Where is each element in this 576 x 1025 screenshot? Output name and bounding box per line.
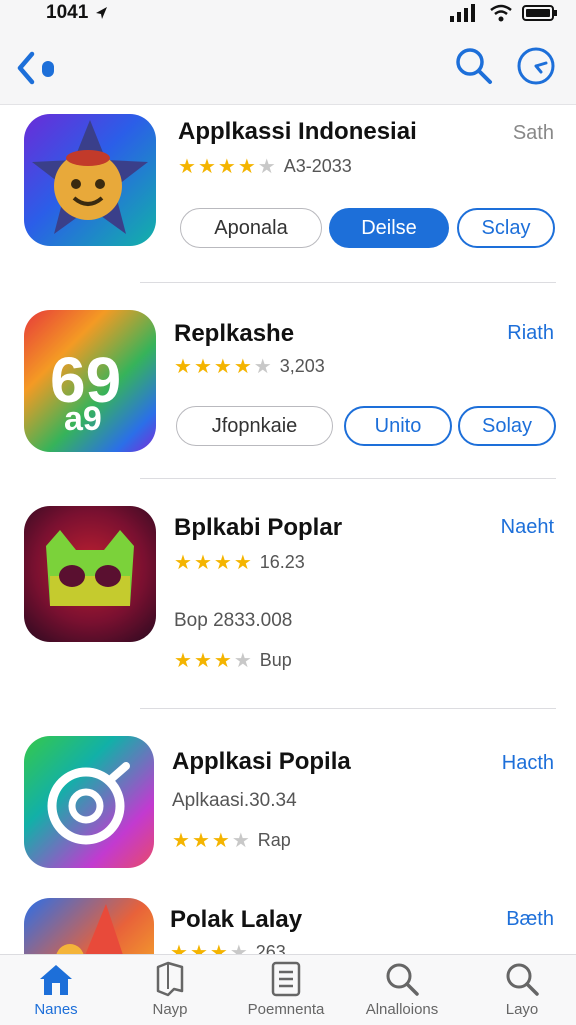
- app-title[interactable]: Applkassi Indonesiai: [178, 118, 417, 146]
- search-icon: [506, 963, 539, 996]
- star-rating: ★ ★ ★ ★ 16.23: [174, 552, 305, 574]
- app-secondary-button[interactable]: Solay: [458, 406, 556, 446]
- signal-icon: [450, 4, 475, 22]
- app-icon-star-face[interactable]: [24, 114, 156, 246]
- location-arrow-icon: [95, 6, 107, 19]
- app-icon-partial[interactable]: [24, 898, 154, 954]
- search-icon: [456, 48, 492, 84]
- star-rating-secondary: ★ ★ ★ ★ Bup: [174, 650, 292, 672]
- app-subtitle: Bop 2833.008: [174, 610, 293, 631]
- status-time: 1041: [46, 2, 108, 24]
- battery-icon: [522, 5, 557, 21]
- tab-label: Nanes: [34, 1001, 78, 1018]
- updates-button[interactable]: [516, 46, 556, 86]
- star-rating: ★ ★ ★ ★ 263: [170, 940, 286, 954]
- tab-label: Nayp: [152, 1001, 188, 1018]
- list-item[interactable]: Bplkabi Poplar ★ ★ ★ ★ 16.23 Naeht Bop 2833…: [0, 480, 576, 710]
- star-rating: ★ ★ ★ ★ ★ A3-2033: [178, 156, 352, 178]
- list-item[interactable]: Applkassi Indonesiai ★ ★ ★ ★ ★ A3-2033 Sath …: [0, 104, 576, 284]
- tab-label: Poemnenta: [247, 1001, 325, 1018]
- target-icon: [47, 762, 130, 845]
- tab-nayp[interactable]: Nayp: [120, 961, 220, 1018]
- system-indicators: [450, 4, 558, 22]
- status-bar: 1041: [0, 0, 576, 34]
- numbers-icon: 69 a9: [50, 344, 121, 438]
- tab-layo[interactable]: Layo: [472, 961, 572, 1018]
- list-item[interactable]: Applkasi Popila Aplkaasi.30.34 ★ ★ ★ ★ Rap …: [0, 710, 576, 900]
- app-title[interactable]: Bplkabi Poplar: [174, 514, 342, 542]
- star-rating: ★ ★ ★ ★ ★ 3,203: [174, 356, 325, 378]
- app-title[interactable]: Replkashe: [174, 320, 294, 348]
- rating-count: 3,203: [279, 356, 325, 376]
- wifi-icon: [490, 4, 512, 22]
- tab-label: Layo: [505, 1001, 539, 1018]
- back-button[interactable]: [14, 48, 60, 88]
- divider: [140, 282, 556, 283]
- app-subtitle: Aplkaasi.30.34: [172, 790, 297, 811]
- app-action-link[interactable]: Naeht: [501, 516, 554, 539]
- rating-text: Rap: [257, 830, 291, 850]
- rating-count: 263: [255, 942, 286, 954]
- document-icon: [271, 961, 301, 997]
- mask-icon: [46, 530, 134, 606]
- tab-bar: Nanes Nayp Poemnenta Alnalloions Layo: [0, 954, 576, 1025]
- status-time-text: 1041: [46, 2, 89, 23]
- tab-alnalloions[interactable]: Alnalloions: [352, 961, 452, 1018]
- app-secondary-button[interactable]: Unito: [344, 406, 452, 446]
- home-icon: [40, 965, 72, 995]
- app-action-link[interactable]: Hacth: [502, 752, 554, 775]
- rating-count: 16.23: [259, 552, 305, 572]
- app-action-link[interactable]: Riath: [507, 322, 554, 345]
- chevron-left-icon: [17, 51, 54, 85]
- tab-poemnenta[interactable]: Poemnenta: [236, 961, 336, 1018]
- star-face-icon: [32, 120, 148, 234]
- search-button[interactable]: [454, 46, 494, 86]
- app-list[interactable]: Applkassi Indonesiai ★ ★ ★ ★ ★ A3-2033 Sath …: [0, 104, 576, 954]
- divider: [140, 708, 556, 709]
- search-icon: [386, 963, 419, 996]
- app-primary-button[interactable]: Deilse: [329, 208, 449, 248]
- star-rating: ★ ★ ★ ★ Rap: [172, 830, 291, 852]
- app-icon-target[interactable]: [24, 736, 154, 868]
- app-secondary-button[interactable]: Sclay: [457, 208, 555, 248]
- clock-icon: [517, 47, 555, 85]
- tab-home[interactable]: Nanes: [6, 961, 106, 1018]
- app-option-button[interactable]: Jfopnkaie: [176, 406, 333, 446]
- list-item[interactable]: 69 a9 Replkashe ★ ★ ★ ★ ★ 3,203 Riath Jfopnk…: [0, 284, 576, 480]
- app-icon-mask[interactable]: [24, 506, 156, 642]
- app-title[interactable]: Polak Lalay: [170, 906, 302, 934]
- tab-label: Alnalloions: [365, 1001, 439, 1018]
- map-icon: [156, 961, 184, 997]
- rating-text: Bup: [259, 650, 292, 670]
- app-action-link[interactable]: Bæth: [506, 908, 554, 931]
- list-item[interactable]: Polak Lalay ★ ★ ★ ★ 263 Bæth: [0, 898, 576, 954]
- app-action-link[interactable]: Sath: [513, 122, 554, 145]
- navigation-bar: [0, 34, 576, 105]
- app-icon-numbers[interactable]: 69 a9: [24, 310, 156, 452]
- rating-count: A3-2033: [283, 156, 352, 176]
- app-option-button[interactable]: Aponala: [180, 208, 322, 248]
- svg-text:a9: a9: [64, 400, 102, 438]
- divider: [140, 478, 556, 479]
- app-title[interactable]: Applkasi Popila: [172, 748, 351, 776]
- app-shape-icon: [56, 904, 123, 954]
